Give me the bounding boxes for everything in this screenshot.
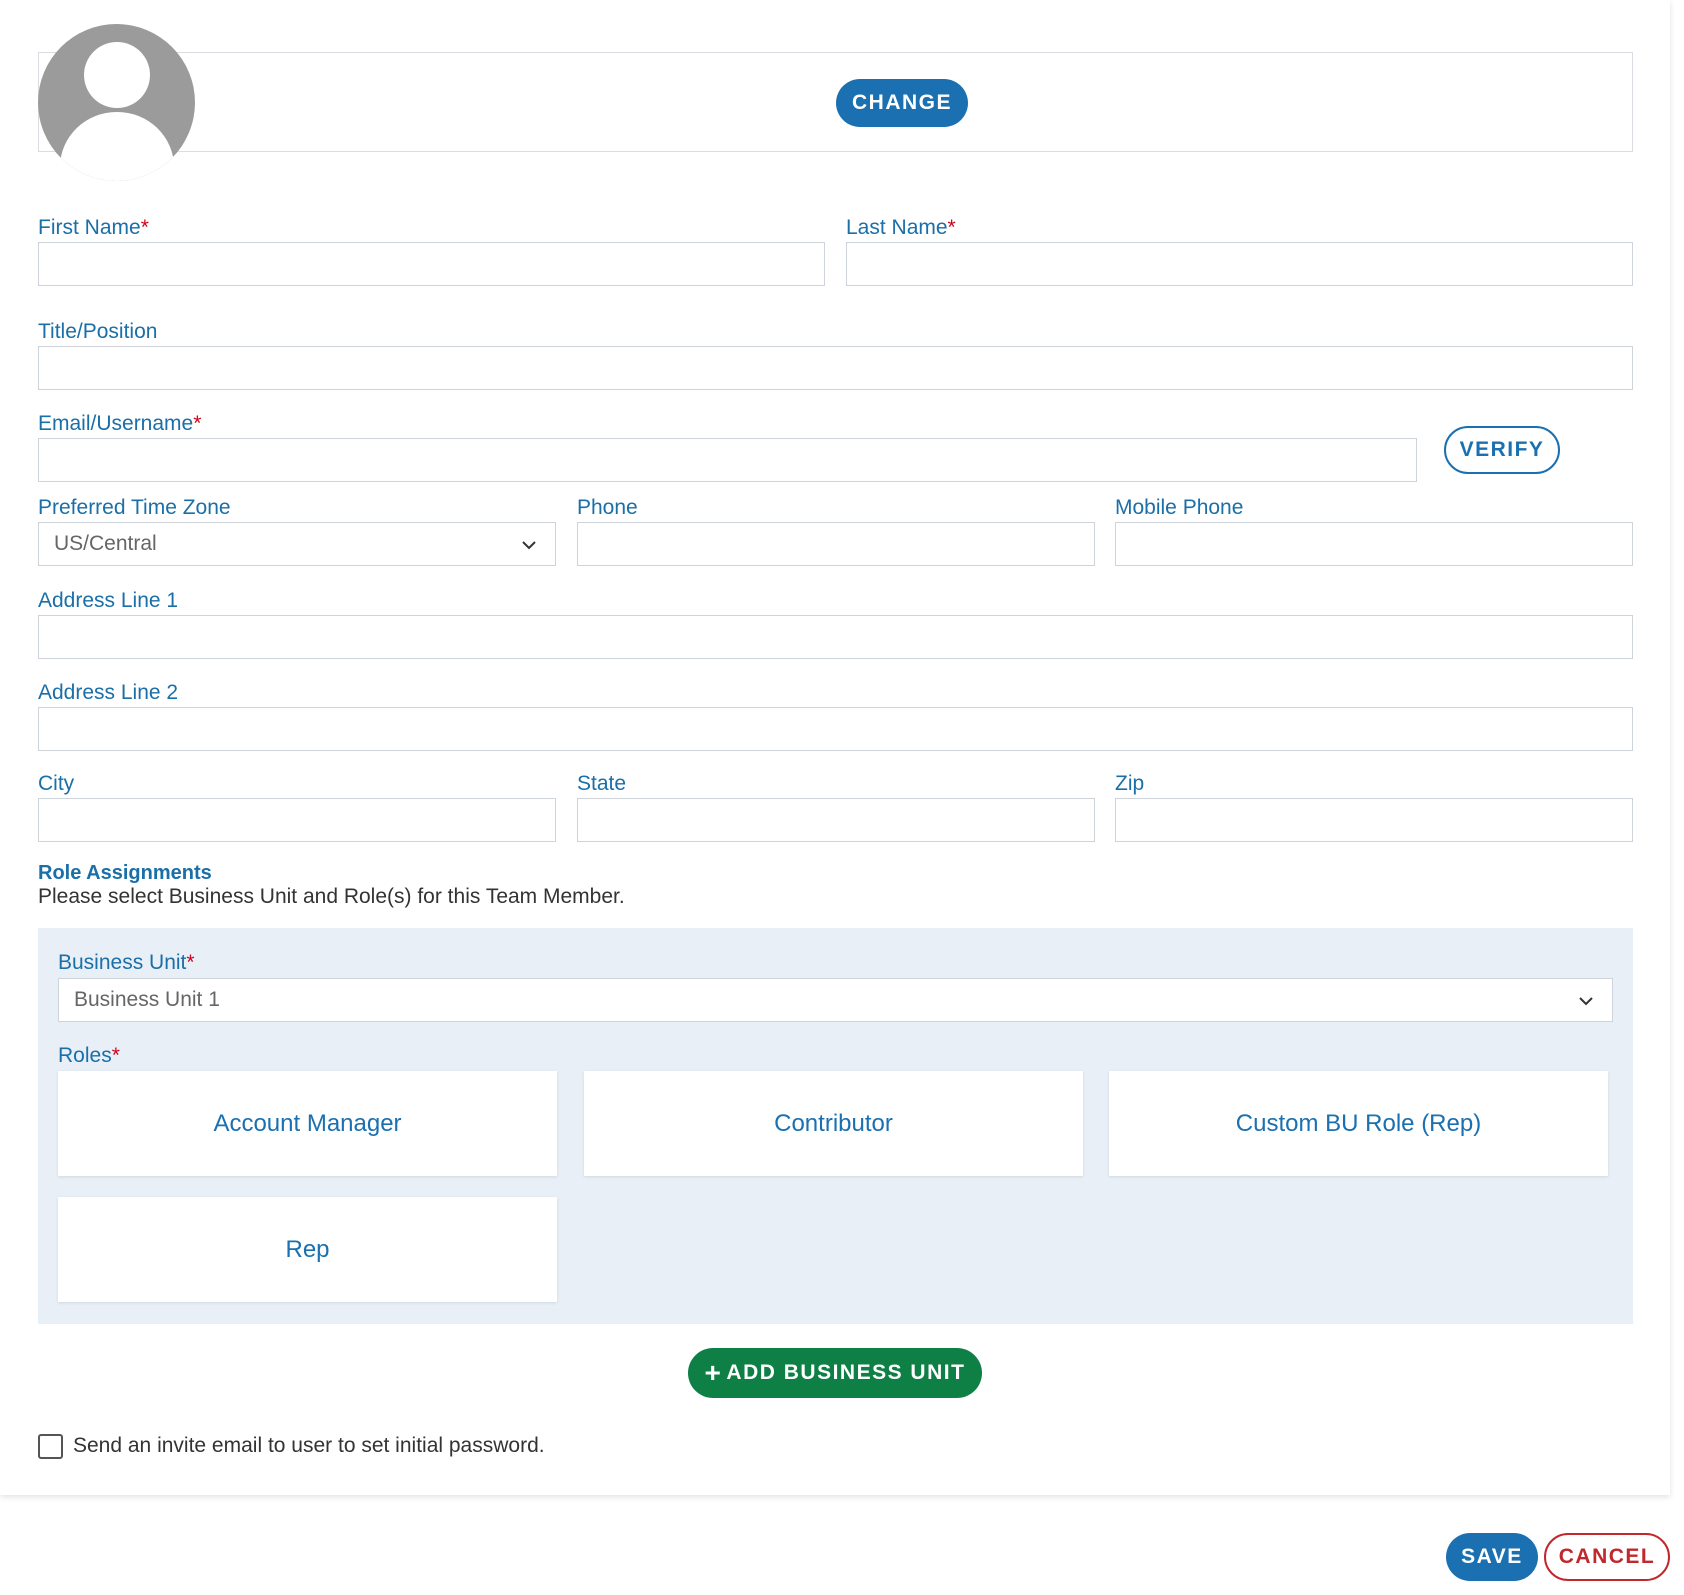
role-assignments-description: Please select Business Unit and Role(s) … [38,885,625,908]
address-line-2-label: Address Line 2 [38,681,179,704]
zip-label: Zip [1115,772,1145,795]
mobile-phone-input[interactable] [1115,522,1633,566]
avatar-placeholder-icon [38,24,195,181]
title-position-input[interactable] [38,346,1633,390]
user-form-card: CHANGE First Name* Last Name* Title/Posi… [0,0,1670,1495]
add-business-unit-label: ADD BUSINESS UNIT [726,1361,966,1384]
address-line-2-input[interactable] [38,707,1633,751]
change-avatar-button[interactable]: CHANGE [836,79,968,127]
title-position-label: Title/Position [38,320,158,343]
city-label: City [38,772,75,795]
chevron-down-icon [522,541,536,550]
invite-email-label: Send an invite email to user to set init… [73,1434,545,1457]
mobile-phone-label: Mobile Phone [1115,496,1244,519]
verify-button[interactable]: VERIFY [1444,426,1560,474]
address-line-1-input[interactable] [38,615,1633,659]
city-input[interactable] [38,798,556,842]
first-name-label: First Name* [38,216,149,239]
phone-input[interactable] [577,522,1095,566]
timezone-select[interactable]: US/Central [38,522,556,566]
business-unit-value: Business Unit 1 [74,988,220,1011]
invite-email-checkbox[interactable] [38,1434,63,1459]
chevron-down-icon [1579,997,1593,1006]
role-assignments-title: Role Assignments [38,862,212,884]
plus-icon: + [704,1357,723,1388]
last-name-input[interactable] [846,242,1633,286]
email-username-input[interactable] [38,438,1417,482]
timezone-value: US/Central [54,532,157,555]
timezone-label: Preferred Time Zone [38,496,231,519]
email-username-label: Email/Username* [38,412,202,435]
first-name-input[interactable] [38,242,825,286]
last-name-label: Last Name* [846,216,956,239]
phone-label: Phone [577,496,638,519]
role-card-account-manager[interactable]: Account Manager [58,1071,557,1176]
business-unit-label: Business Unit* [58,951,195,974]
zip-input[interactable] [1115,798,1633,842]
role-card-custom-bu-role-rep[interactable]: Custom BU Role (Rep) [1109,1071,1608,1176]
state-input[interactable] [577,798,1095,842]
state-label: State [577,772,627,795]
add-business-unit-button[interactable]: + ADD BUSINESS UNIT [688,1348,982,1398]
roles-label: Roles* [58,1044,120,1067]
role-card-contributor[interactable]: Contributor [584,1071,1083,1176]
cancel-button[interactable]: CANCEL [1544,1533,1670,1581]
address-line-1-label: Address Line 1 [38,589,179,612]
role-card-rep[interactable]: Rep [58,1197,557,1302]
business-unit-select[interactable]: Business Unit 1 [58,978,1613,1022]
role-assignment-panel: Business Unit* Business Unit 1 Roles* Ac… [38,928,1633,1324]
save-button[interactable]: SAVE [1446,1533,1538,1581]
